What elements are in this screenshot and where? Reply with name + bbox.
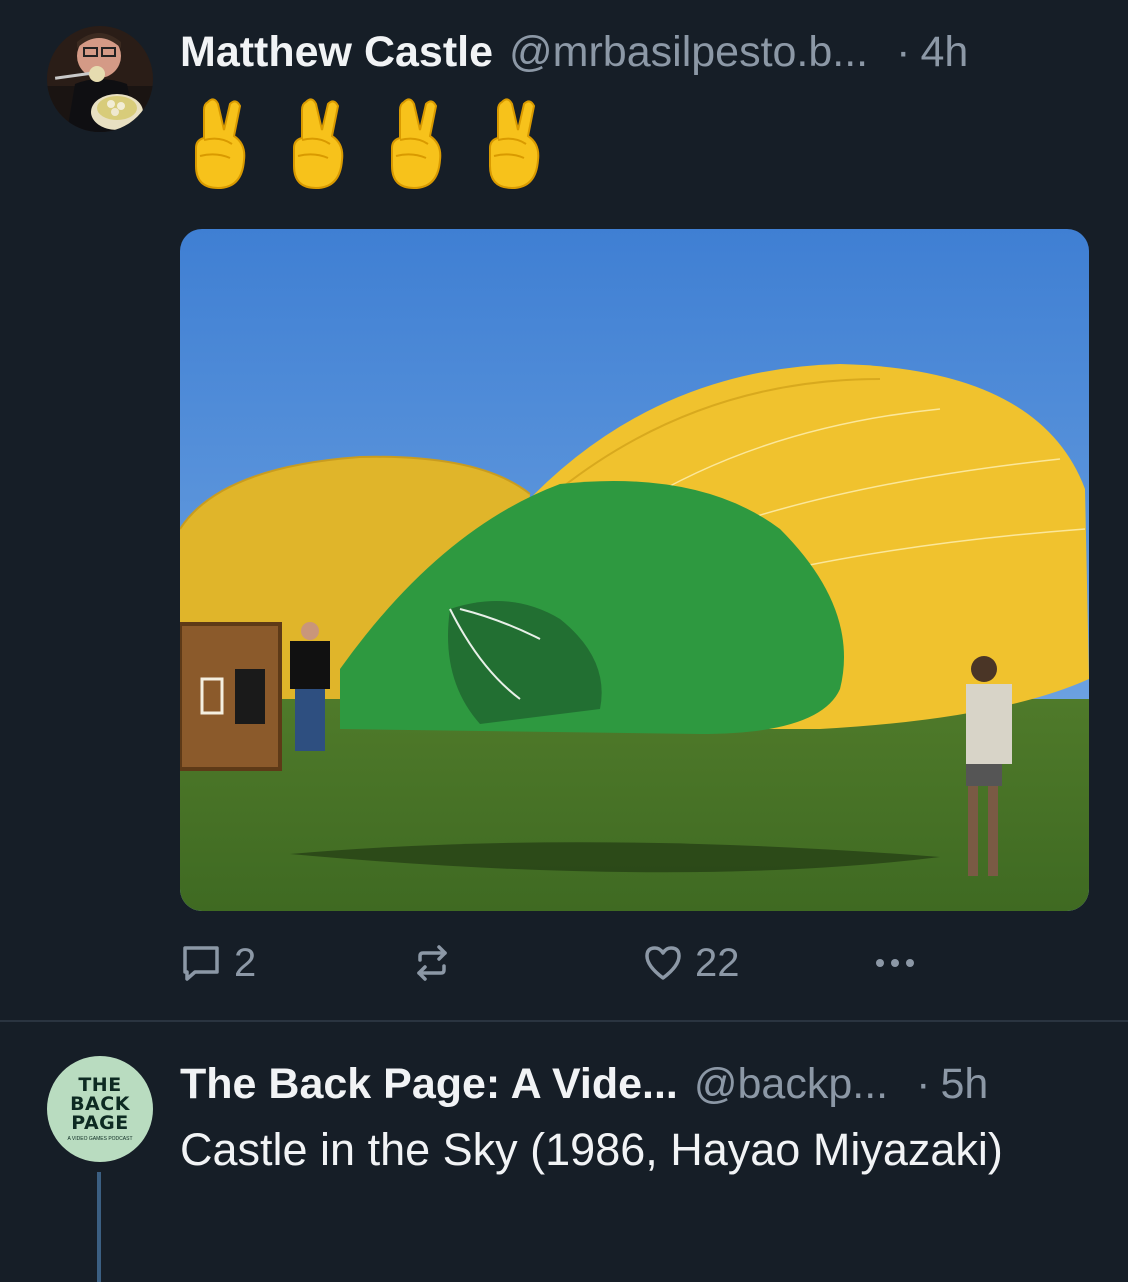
- thread-line: [97, 1172, 101, 1282]
- post-text: Castle in the Sky (1986, Hayao Miyazaki): [180, 1124, 1003, 1175]
- post[interactable]: THE BACK PAGE A VIDEO GAMES PODCAST The …: [0, 1022, 1128, 1282]
- crossed-fingers-icon: [195, 98, 246, 190]
- post-actions: 2 22: [180, 936, 1089, 990]
- post-header: Matthew Castle @mrbasilpesto.b... · 4h: [180, 24, 1090, 80]
- reply-button[interactable]: 2: [180, 936, 256, 990]
- hot-air-balloon-photo: [180, 229, 1089, 911]
- speech-bubble-icon: [183, 946, 219, 981]
- separator: ·: [896, 27, 911, 76]
- avatar[interactable]: [47, 26, 153, 132]
- repost-button[interactable]: [412, 936, 452, 990]
- author-name[interactable]: The Back Page: A Vide...: [180, 1060, 678, 1109]
- crossed-fingers-icon: [489, 98, 540, 190]
- post-time[interactable]: 4h: [920, 28, 968, 77]
- more-options-button[interactable]: [872, 936, 918, 990]
- post[interactable]: Matthew Castle @mrbasilpesto.b... · 4h 2…: [0, 0, 1128, 1020]
- avatar-logo-text: THE BACK PAGE: [70, 1074, 130, 1134]
- like-count: 22: [695, 940, 740, 985]
- post-image[interactable]: [180, 229, 1089, 911]
- author-name[interactable]: Matthew Castle: [180, 28, 493, 77]
- crossed-fingers-icon: [293, 98, 344, 190]
- avatar-logo-subtext: A VIDEO GAMES PODCAST: [67, 1136, 133, 1142]
- post-time[interactable]: 5h: [940, 1060, 988, 1109]
- reply-count: 2: [234, 940, 257, 985]
- author-handle[interactable]: @mrbasilpesto.b...: [509, 28, 868, 77]
- avatar[interactable]: THE BACK PAGE A VIDEO GAMES PODCAST: [47, 1056, 153, 1162]
- author-handle[interactable]: @backp...: [694, 1060, 888, 1109]
- heart-icon: [645, 946, 681, 980]
- repost-arrows-icon: [417, 945, 447, 981]
- post-text: [190, 96, 540, 192]
- separator: ·: [916, 1059, 931, 1108]
- ellipsis-icon: [876, 959, 914, 967]
- post-header: The Back Page: A Vide... @backp... · 5h: [180, 1056, 1090, 1112]
- like-button[interactable]: 22: [643, 936, 740, 990]
- crossed-fingers-icon: [391, 98, 442, 190]
